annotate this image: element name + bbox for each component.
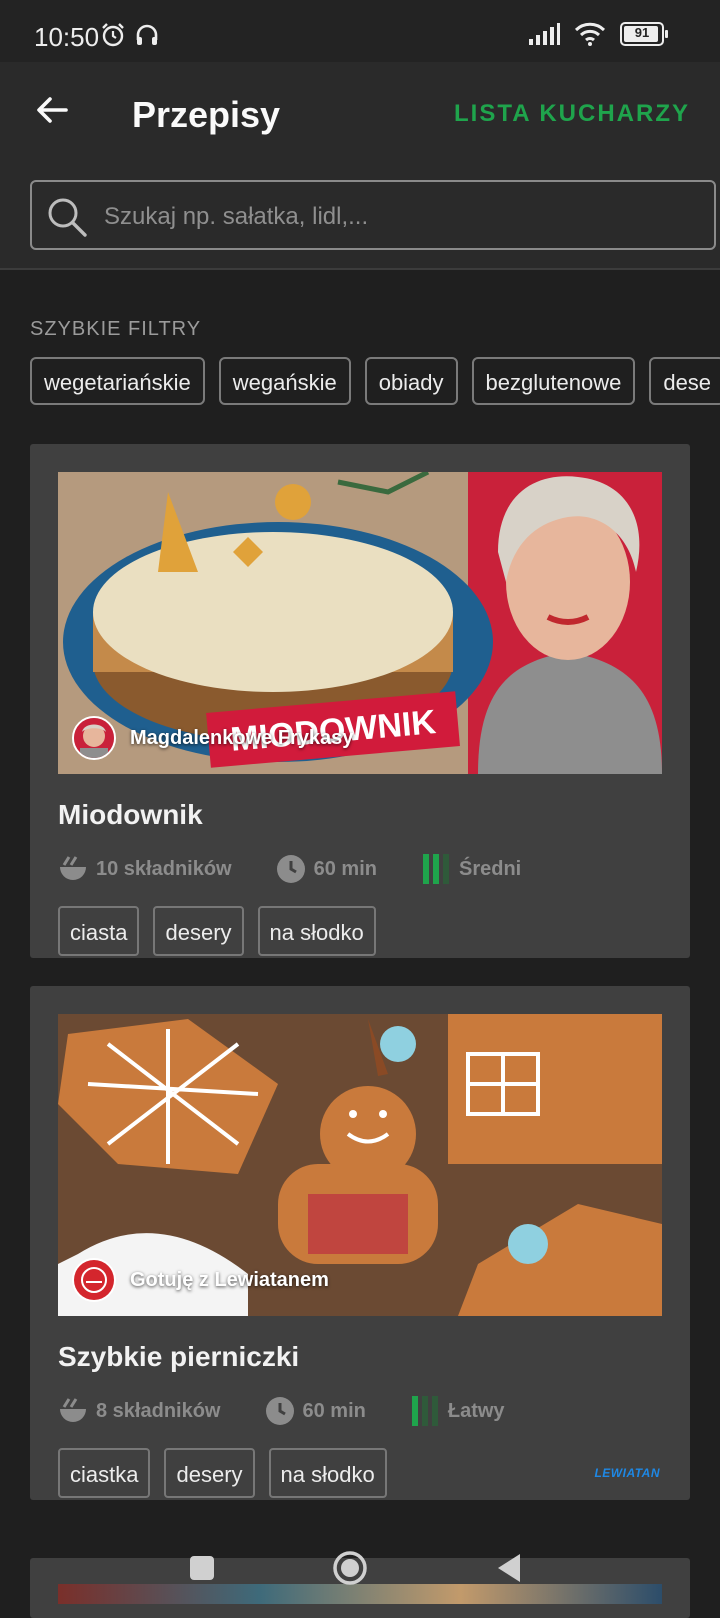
back-button-icon[interactable] <box>490 1548 530 1588</box>
recipe-tag[interactable]: na słodko <box>268 1448 387 1498</box>
recipe-tag[interactable]: desery <box>164 1448 255 1498</box>
quick-filters-row[interactable]: wegetariańskie wegańskie obiady bezglutenow… <box>30 357 720 405</box>
difficulty-level: Średni <box>458 857 522 880</box>
cooking-time: 60 min <box>302 1399 366 1422</box>
wifi-icon <box>574 22 606 46</box>
filter-chip[interactable]: obiady <box>364 357 458 405</box>
difficulty-bars-icon <box>422 854 449 884</box>
cooking-time: 60 min <box>313 857 377 880</box>
clock-icon <box>276 855 305 883</box>
ingredients-count: 8 składników <box>96 1399 221 1422</box>
filter-chip[interactable]: bezglutenowe <box>471 357 636 405</box>
battery-icon: 91 <box>620 22 668 46</box>
home-button-icon[interactable] <box>330 1548 370 1588</box>
search-bar-container <box>0 172 720 270</box>
recipe-tags: ciasta desery na słodko <box>58 906 390 956</box>
recipe-card[interactable]: MIODOWNIK Magdalenkowe Frykasy Miodownik… <box>30 444 690 958</box>
recipe-image[interactable]: MIODOWNIK Magdalenkowe Frykasy <box>58 472 662 774</box>
author-avatar[interactable] <box>72 716 116 760</box>
ingredients-count: 10 składników <box>96 857 232 880</box>
author-name[interactable]: Magdalenkowe Frykasy <box>130 727 353 750</box>
search-input[interactable] <box>102 194 696 240</box>
signal-icon <box>529 23 560 45</box>
recipe-card[interactable]: Gotuję z Lewiatanem Szybkie pierniczki 8… <box>30 986 690 1500</box>
quick-filters-label: SZYBKIE FILTRY <box>30 318 202 340</box>
search-box[interactable] <box>30 180 716 250</box>
recents-button-icon[interactable] <box>182 1548 222 1588</box>
recipe-title[interactable]: Miodownik <box>58 799 203 831</box>
alarm-icon <box>102 23 124 47</box>
recipe-tag[interactable]: na słodko <box>257 906 376 956</box>
app-bar: Przepisy LISTA KUCHARZY <box>0 62 720 172</box>
sponsor-logo: LEWIATAN <box>594 1466 660 1480</box>
bowl-icon <box>60 1398 86 1422</box>
recipe-image[interactable]: Gotuję z Lewiatanem <box>58 1014 662 1316</box>
filter-chip[interactable]: wegetariańskie <box>30 357 205 405</box>
recipe-title[interactable]: Szybkie pierniczki <box>58 1341 299 1373</box>
author-name[interactable]: Gotuję z Lewiatanem <box>130 1269 329 1292</box>
filter-chip[interactable]: dese <box>649 357 720 405</box>
battery-level: 91 <box>634 25 650 40</box>
back-arrow-icon[interactable] <box>32 90 72 130</box>
difficulty-bars-icon <box>411 1396 438 1426</box>
page-title: Przepisy <box>132 94 281 135</box>
cooks-list-button[interactable]: LISTA KUCHARZY <box>454 100 690 128</box>
clock-icon <box>265 1397 294 1425</box>
recipe-tag[interactable]: ciastka <box>58 1448 151 1498</box>
filter-chip[interactable]: wegańskie <box>218 357 351 405</box>
author-avatar[interactable] <box>72 1258 116 1302</box>
author-badge[interactable]: Gotuję z Lewiatanem <box>72 1258 329 1302</box>
recipe-meta: 8 składników 60 min Łatwy <box>58 1396 549 1426</box>
recipe-tag[interactable]: ciasta <box>58 906 140 956</box>
system-nav-bar <box>0 1536 720 1600</box>
headphones-icon <box>136 24 158 45</box>
search-icon <box>48 198 87 237</box>
status-time: 10:50 <box>34 22 100 52</box>
bowl-icon <box>60 856 86 880</box>
recipe-tags: ciastka desery na słodko <box>58 1448 401 1498</box>
status-bar: 10:50 91 <box>0 0 720 62</box>
recipe-meta: 10 składników 60 min Średni <box>58 854 565 884</box>
author-badge[interactable]: Magdalenkowe Frykasy <box>72 716 353 760</box>
recipe-tag[interactable]: desery <box>153 906 244 956</box>
difficulty-level: Łatwy <box>447 1399 505 1422</box>
